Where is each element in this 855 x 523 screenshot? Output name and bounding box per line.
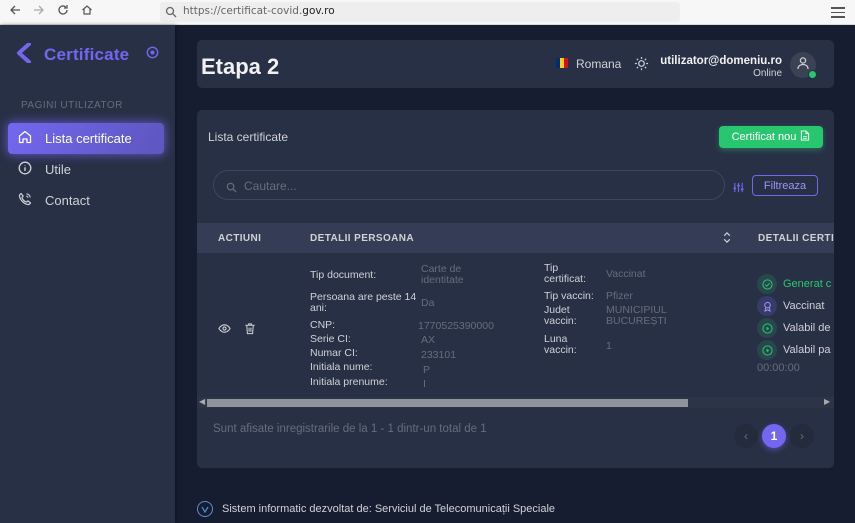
play-circle-icon — [757, 340, 777, 360]
card-title: Lista certificate — [208, 130, 289, 144]
new-certificate-button[interactable]: Certificat nou — [719, 126, 823, 148]
sun-icon[interactable] — [634, 56, 649, 76]
brand-name: Certificate — [44, 45, 130, 64]
play-circle-icon — [757, 318, 777, 338]
new-certificate-label: Certificat nou — [731, 131, 797, 143]
certificate-label: Luna vaccin: — [544, 333, 577, 356]
sidebar-item-label: Contact — [45, 193, 90, 208]
pagination-prev[interactable]: ‹ — [734, 424, 758, 448]
page-footer: Sistem informatic dezvoltat de: Serviciu… — [197, 501, 555, 517]
status-time: 00:00:00 — [757, 362, 800, 374]
certificate-label: Tip certificat: — [544, 262, 587, 285]
pagination-page-1[interactable]: 1 — [762, 424, 786, 448]
status-badge-valid-from: Valabil de — [757, 318, 831, 338]
sliders-icon[interactable] — [733, 180, 744, 198]
scrollbar-thumb[interactable] — [207, 399, 688, 407]
table-header: ACTIUNI DETALII PERSOANA DETALII CERTI — [197, 223, 834, 253]
sts-logo-icon — [197, 501, 213, 517]
certificate-value: Pfizer — [606, 290, 633, 302]
check-circle-icon — [757, 274, 777, 294]
person-label: Initiala nume: — [310, 361, 373, 373]
certificate-label: Judet vaccin: — [544, 304, 577, 327]
sidebar-item-label: Lista certificate — [45, 131, 132, 146]
status-label: Valabil de — [783, 322, 831, 334]
top-navbar: Etapa 2 Romana utilizator@domeniu.ro Onl… — [197, 40, 834, 88]
person-value: P — [423, 364, 431, 376]
browser-menu-icon[interactable] — [831, 4, 845, 20]
column-header-certificate[interactable]: DETALII CERTI — [758, 233, 834, 244]
sidebar-item-label: Utile — [45, 162, 72, 177]
scroll-left-icon[interactable]: ◀ — [199, 397, 205, 406]
eye-icon[interactable] — [218, 322, 231, 340]
certificates-card: Lista certificate Certificat nou Filtrea… — [197, 110, 834, 468]
person-label: Initiala prenume: — [310, 376, 388, 388]
scroll-right-icon[interactable]: ▶ — [824, 397, 830, 406]
horizontal-scrollbar[interactable]: ◀ ▶ — [197, 397, 834, 408]
person-label: Numar CI: — [310, 347, 358, 359]
file-icon — [796, 130, 810, 144]
pagination-next[interactable]: › — [790, 424, 814, 448]
user-status: Online — [753, 68, 782, 79]
certificate-value: Vaccinat — [606, 268, 646, 280]
status-label: Generat c — [783, 278, 832, 290]
person-label: Serie CI: — [310, 333, 351, 345]
pagination: ‹ 1 › — [732, 423, 816, 449]
person-label: Tip document: — [310, 269, 377, 281]
search-icon — [165, 5, 177, 23]
sort-icon[interactable] — [722, 231, 732, 247]
browser-toolbar: https://certificat-covid.gov.ro — [0, 0, 855, 25]
sidebar-toggle-icon[interactable] — [146, 46, 159, 64]
status-badge-valid-until: Valabil pa — [757, 340, 831, 360]
person-value: I — [423, 378, 426, 390]
brand[interactable]: Certificate — [16, 41, 130, 68]
forward-arrow-icon[interactable] — [30, 3, 48, 21]
url-text: https://certificat-covid.gov.ro — [183, 5, 335, 17]
search-box[interactable] — [213, 170, 725, 200]
sidebar: Certificate PAGINI UTILIZATOR Lista cert… — [0, 25, 175, 523]
address-bar[interactable]: https://certificat-covid.gov.ro — [160, 2, 680, 22]
filter-button[interactable]: Filtreaza — [752, 175, 818, 196]
back-arrow-icon[interactable] — [6, 3, 24, 21]
person-value: 233101 — [421, 349, 457, 361]
records-info: Sunt afisate inregistrarile de la 1 - 1 … — [213, 423, 487, 435]
award-icon — [757, 296, 777, 316]
sidebar-item-lista-certificate[interactable]: Lista certificate — [8, 123, 164, 154]
status-label: Valabil pa — [783, 344, 831, 356]
sidebar-item-utile[interactable]: Utile — [8, 154, 164, 185]
language-selector[interactable]: Romana — [576, 57, 621, 71]
user-email[interactable]: utilizator@domeniu.ro — [660, 55, 782, 67]
person-value: Carte de identitate — [421, 263, 464, 286]
online-status-dot — [808, 70, 817, 79]
info-icon — [18, 161, 45, 178]
search-input[interactable] — [244, 177, 704, 194]
person-value: AX — [421, 334, 436, 346]
table-row: Tip document: Carte de identitate Persoa… — [197, 253, 834, 398]
person-label: CNP: — [310, 319, 336, 331]
brand-logo-icon — [16, 41, 32, 68]
sidebar-item-contact[interactable]: Contact — [8, 185, 164, 216]
romania-flag-icon[interactable] — [556, 58, 568, 68]
status-label: Vaccinat — [783, 300, 825, 312]
home-browser-icon[interactable] — [78, 3, 96, 21]
section-label: PAGINI UTILIZATOR — [21, 100, 123, 111]
person-label: Persoana are peste 14 ani: — [310, 291, 417, 314]
search-icon — [226, 180, 237, 198]
home-icon — [18, 130, 45, 147]
certificate-value: 1 — [606, 340, 612, 352]
status-badge-vaccinated: Vaccinat — [757, 296, 824, 316]
person-value: 1770525390000 — [418, 320, 494, 332]
page-title: Etapa 2 — [201, 54, 280, 79]
certificate-label: Tip vaccin: — [544, 290, 594, 302]
trash-icon[interactable] — [244, 322, 256, 340]
person-value: Da — [421, 297, 435, 309]
status-badge-generated: Generat c — [757, 274, 831, 294]
reload-icon[interactable] — [54, 3, 72, 21]
column-header-person[interactable]: DETALII PERSOANA — [310, 233, 414, 244]
certificate-value: MUNICIPIUL BUCUREȘTI — [606, 304, 667, 327]
footer-text: Sistem informatic dezvoltat de: Serviciu… — [222, 503, 556, 515]
column-header-actions[interactable]: ACTIUNI — [218, 233, 261, 244]
phone-icon — [18, 192, 45, 209]
